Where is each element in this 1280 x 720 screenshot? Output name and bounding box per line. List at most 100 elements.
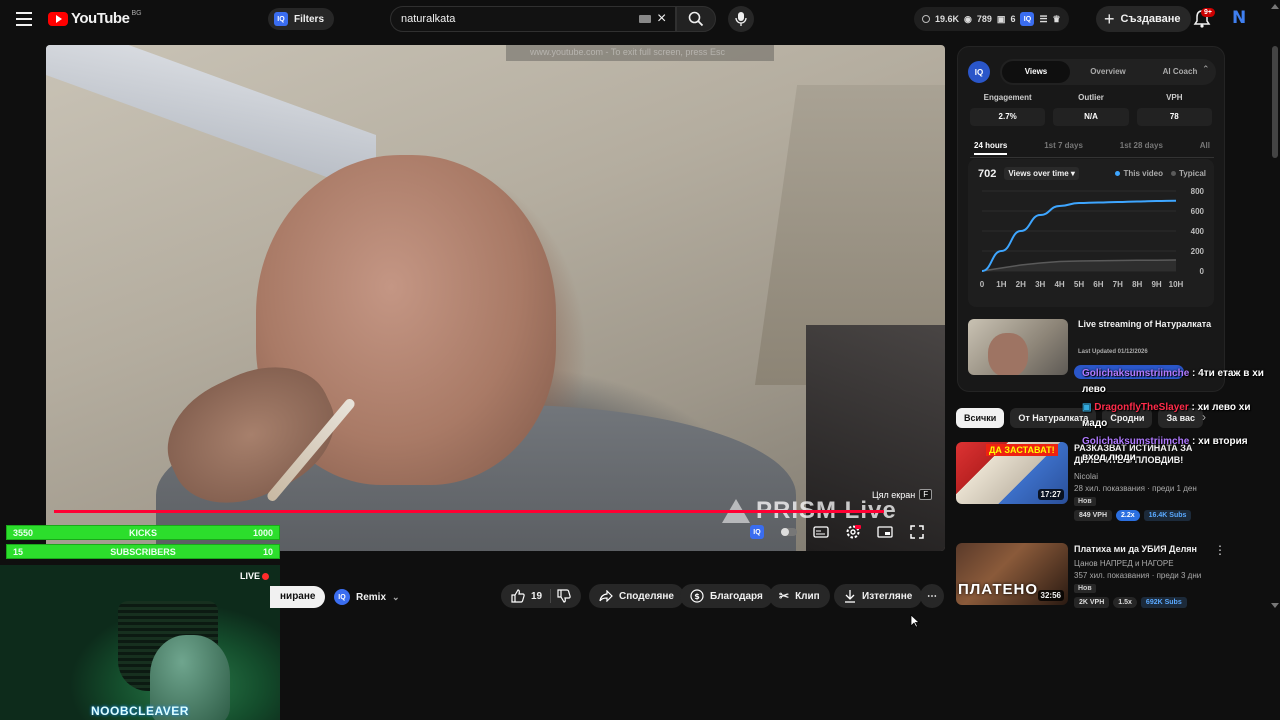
recommendation-item[interactable]: ПЛАТЕНО 32:56 Платиха ми да УБИЯ Делян Ц… <box>956 543 1226 608</box>
stat-views: 19.6K <box>935 14 960 24</box>
chip-all[interactable]: Всички <box>956 408 1005 428</box>
subtitles-button[interactable] <box>810 521 832 543</box>
thumbs-up-icon <box>511 589 525 603</box>
filters-button[interactable]: IQ Filters <box>268 8 335 30</box>
tab-overview[interactable]: Overview <box>1074 61 1142 83</box>
like-dislike-group: 19 <box>501 584 582 608</box>
x-tick-label: 6H <box>1093 280 1103 289</box>
duration-badge: 17:27 <box>1037 489 1064 500</box>
chat-username: DragonflyTheSlayer <box>1094 402 1189 413</box>
voice-search-button[interactable] <box>728 6 754 32</box>
subscribers-label: SUBSCRIBERS <box>110 546 176 557</box>
like-button[interactable]: 19 <box>511 589 552 603</box>
tab-views[interactable]: Views <box>1002 61 1070 83</box>
stream-chat-overlay: Golichaksumstriimche : 4ти етаж в хи лев… <box>1082 366 1274 468</box>
chat-username: Golichaksumstriimche <box>1082 368 1190 379</box>
streamer-name: NOOBCLEAVER <box>91 704 189 718</box>
gear-icon <box>846 525 861 539</box>
keyboard-icon[interactable] <box>639 15 651 23</box>
vidiq-logo-icon[interactable]: IQ <box>968 61 990 83</box>
x-tick-label: 3H <box>1035 280 1045 289</box>
y-tick-label: 200 <box>1191 247 1205 256</box>
channel-stats-pill[interactable]: 19.6K ◉ 789 ▣ 6 IQ ☰ ♛ <box>914 7 1069 31</box>
clip-button[interactable]: ✂ Клип <box>769 584 830 608</box>
metrics-row: Engagement 2.7% Outlier N/A VPH 78 <box>966 93 1216 126</box>
microphone-icon <box>735 12 747 26</box>
x-tick-label: 1H <box>996 280 1006 289</box>
metric-value: N/A <box>1053 108 1129 126</box>
youtube-play-icon <box>48 11 68 26</box>
range-divider <box>970 157 1214 158</box>
recommendation-badges: Нов <box>1074 497 1096 506</box>
create-button[interactable]: + Създаване <box>1096 6 1191 32</box>
download-icon <box>845 590 855 603</box>
fullscreen-tooltip: Цял екран F <box>872 489 933 500</box>
country-code: BG <box>131 10 142 17</box>
mouse-cursor-icon <box>910 614 920 628</box>
miniplayer-button[interactable] <box>874 521 896 543</box>
download-button[interactable]: Изтегляне <box>834 584 923 608</box>
subs-badge: 16.4K Subs <box>1143 510 1192 521</box>
settings-button[interactable] <box>842 521 864 543</box>
more-vertical-icon[interactable]: ⋮ <box>1214 543 1226 557</box>
range-all[interactable]: All <box>1200 141 1210 155</box>
range-24-hours[interactable]: 24 hours <box>974 141 1008 155</box>
trophy-icon[interactable]: ♛ <box>1053 14 1061 25</box>
scroll-down-icon[interactable] <box>1271 603 1279 608</box>
create-label: Създаване <box>1120 13 1181 25</box>
y-tick-label: 400 <box>1191 227 1205 236</box>
chevron-up-icon[interactable]: ⌃ <box>1202 64 1210 75</box>
svg-text:$: $ <box>694 592 700 601</box>
iq-icon[interactable]: IQ <box>1020 12 1035 26</box>
range-28-days[interactable]: 1st 28 days <box>1120 141 1163 155</box>
filters-label: Filters <box>294 13 325 25</box>
share-button[interactable]: Споделяне <box>589 584 684 608</box>
fullscreen-button[interactable] <box>906 521 928 543</box>
list-icon[interactable]: ☰ <box>1039 14 1047 25</box>
scroll-up-icon[interactable] <box>1271 4 1279 9</box>
metric-engagement: Engagement 2.7% <box>966 93 1049 126</box>
search-button[interactable] <box>676 6 716 32</box>
menu-icon[interactable] <box>16 12 32 26</box>
y-tick-label: 800 <box>1191 187 1205 196</box>
subtitles-icon <box>813 526 829 538</box>
range-7-days[interactable]: 1st 7 days <box>1044 141 1083 155</box>
chart-metric-dropdown[interactable]: Views over time ▾ <box>1004 167 1079 180</box>
metric-outlier: Outlier N/A <box>1049 93 1132 126</box>
clear-search-icon[interactable]: × <box>657 10 666 28</box>
autoplay-toggle[interactable] <box>778 521 800 543</box>
logo-text: YouTube <box>71 10 130 27</box>
youtube-logo[interactable]: YouTube BG <box>48 10 142 27</box>
legend-typical-label: Typical <box>1179 169 1206 178</box>
iq-player-button[interactable]: IQ <box>746 521 768 543</box>
new-badge: Нов <box>1074 584 1096 593</box>
avatar[interactable]: N <box>1232 9 1250 27</box>
search-input[interactable]: naturalkata × <box>390 6 676 32</box>
video-progress-bar[interactable] <box>54 510 884 513</box>
autoplay-icon <box>781 528 797 536</box>
notification-badge: 9+ <box>1201 8 1215 17</box>
video-player[interactable]: www.youtube.com - To exit full screen, p… <box>46 45 945 551</box>
plus-icon: + <box>1104 9 1115 29</box>
x-tick-label: 2H <box>1016 280 1026 289</box>
video-controls: IQ <box>746 521 928 543</box>
fullscreen-tooltip-text: Цял екран <box>872 489 916 500</box>
fullscreen-tooltip-key: F <box>919 489 933 500</box>
scrollbar-thumb[interactable] <box>1272 46 1278 158</box>
eye-icon: ◉ <box>964 13 972 24</box>
download-label: Изтегляне <box>862 590 913 602</box>
remix-button[interactable]: IQ Remix ⌄ <box>334 586 400 608</box>
thumbs-down-icon[interactable] <box>557 589 571 603</box>
legend-swatch <box>1115 171 1121 176</box>
iq-icon: IQ <box>750 525 764 539</box>
subscribe-button[interactable]: ниране <box>270 586 326 608</box>
metric-label: Outlier <box>1078 93 1104 102</box>
search-icon <box>688 11 704 27</box>
clip-label: Клип <box>795 590 820 602</box>
recommendation-thumbnail: ПЛАТЕНО 32:56 <box>956 543 1068 605</box>
recommendation-thumbnail: ДА ЗАСТАВАТ! 17:27 <box>956 442 1068 504</box>
fullscreen-exit-hint: www.youtube.com - To exit full screen, p… <box>506 45 774 61</box>
more-actions-button[interactable]: ⋯ <box>920 584 944 608</box>
thumbnail-text: ДА ЗАСТАВАТ! <box>986 444 1058 456</box>
thanks-button[interactable]: $ Благодаря <box>680 584 773 608</box>
